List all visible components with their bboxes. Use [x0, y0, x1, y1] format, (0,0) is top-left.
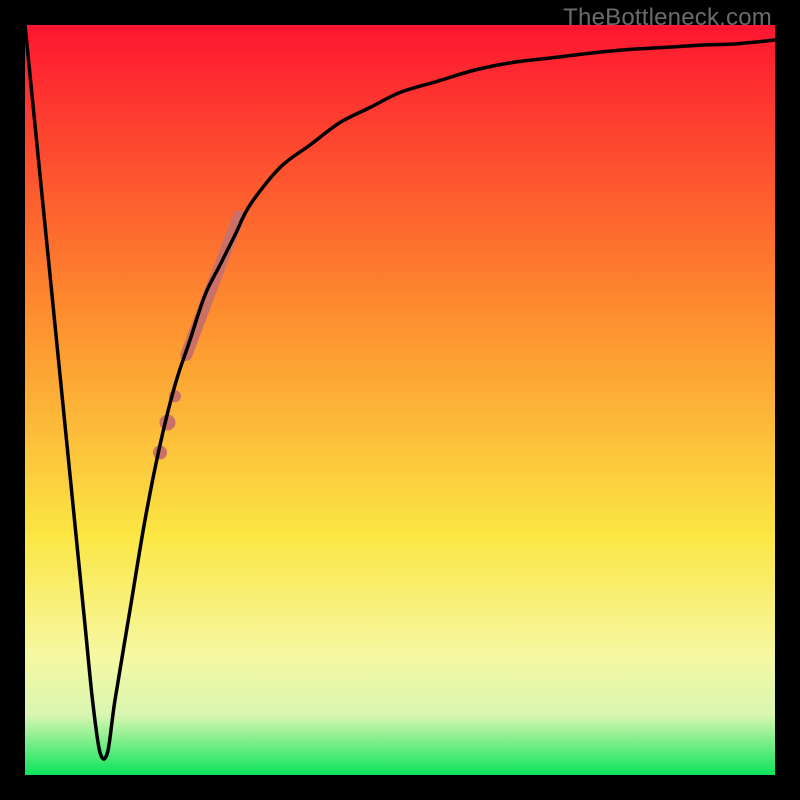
chart-frame: TheBottleneck.com [0, 0, 800, 800]
bottleneck-chart [25, 25, 775, 775]
gradient-background [25, 25, 775, 775]
plot-area [25, 25, 775, 775]
